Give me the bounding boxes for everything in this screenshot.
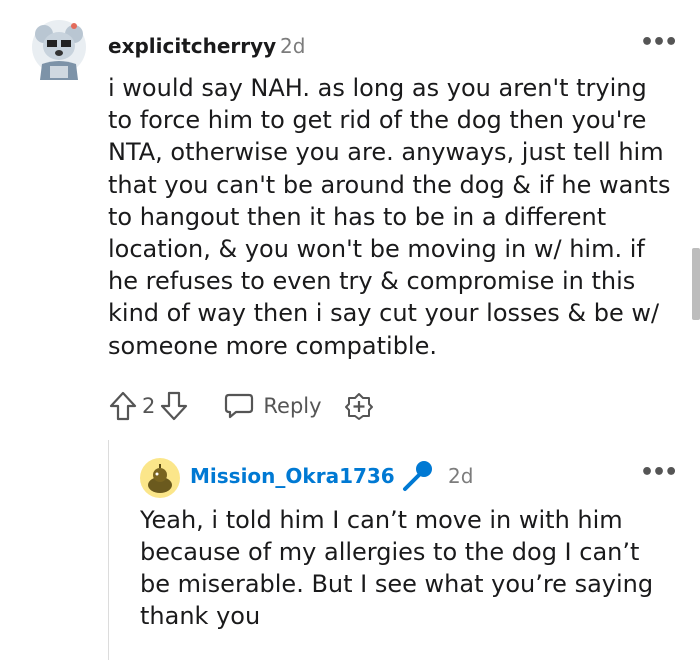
reply-icon — [225, 393, 254, 419]
award-icon — [344, 393, 373, 420]
upvote-icon[interactable] — [108, 390, 138, 422]
more-icon[interactable]: ••• — [640, 32, 678, 54]
reply-button[interactable]: Reply — [223, 391, 322, 421]
comment-age: 2d — [280, 34, 306, 58]
award-button[interactable] — [344, 391, 374, 421]
reply-label: Reply — [263, 394, 322, 418]
scrollbar[interactable] — [692, 248, 700, 320]
reply-age: 2d — [448, 464, 474, 488]
avatar-icon[interactable] — [140, 458, 180, 498]
comment-body: i would say NAH. as long as you aren't t… — [108, 74, 671, 360]
comment-actions: 2 Reply — [108, 388, 374, 424]
avatar-icon[interactable] — [30, 18, 88, 82]
vote-count: 2 — [142, 394, 156, 418]
reply-username[interactable]: Mission_Okra1736 — [190, 464, 395, 488]
reply-body: Yeah, i told him I can’t move in with hi… — [140, 506, 654, 630]
comment-username[interactable]: explicitcherryy — [108, 34, 276, 58]
downvote-icon[interactable] — [159, 390, 189, 422]
thread-line[interactable] — [108, 440, 109, 660]
microphone-icon — [403, 461, 432, 491]
more-icon[interactable]: ••• — [640, 462, 678, 484]
